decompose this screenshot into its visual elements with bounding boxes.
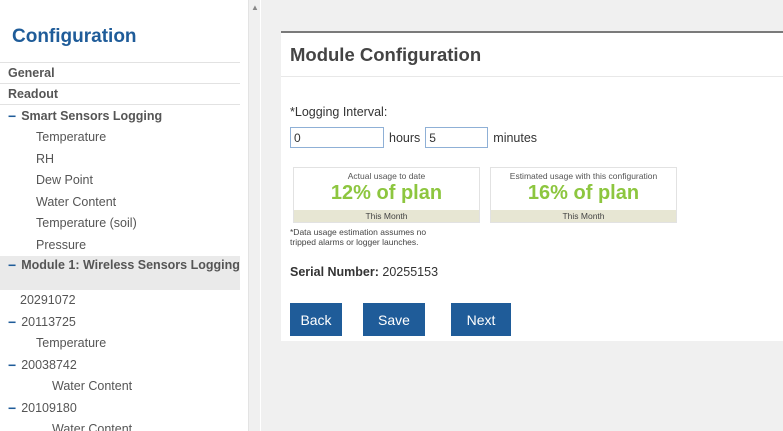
sidebar-item-label: Water Content [36,194,117,209]
sidebar-item-water-content-sensor[interactable]: Water Content [0,376,240,398]
sidebar-scrollbar[interactable]: ▲ [248,0,260,431]
sidebar-item-rh[interactable]: RH [0,148,240,170]
sidebar-item-label: Pressure [36,237,87,252]
sidebar-item-label: General [8,65,55,80]
sidebar-item-serial-20109180[interactable]: −20109180 [0,397,240,419]
sidebar-title: Configuration [12,26,137,47]
sidebar-item-label: RH [36,151,55,166]
sidebar-item-general[interactable]: General [0,62,240,84]
sidebar-item-label: Temperature [36,130,107,145]
sidebar-item-temperature[interactable]: Temperature [0,127,240,149]
sidebar-item-label: Smart Sensors Logging [21,108,163,123]
estimated-usage-box: Estimated usage with this configuration … [490,167,677,223]
logging-interval-label: *Logging Interval: [290,105,388,119]
sidebar-item-label: Temperature [36,336,107,351]
button-row: Back Save Next [290,303,511,336]
module-configuration-panel: Module Configuration *Logging Interval: … [281,31,783,341]
page-title: Module Configuration [290,43,482,65]
serial-number-value: 20255153 [382,265,439,279]
scroll-up-arrow-icon[interactable]: ▲ [251,3,259,12]
collapse-icon[interactable]: − [8,400,16,416]
usage-caption: Estimated usage with this configuration [509,171,658,181]
sidebar-item-temperature-soil[interactable]: Temperature (soil) [0,213,240,235]
usage-value: 16% of plan [527,182,640,204]
usage-footer: This Month [294,210,479,222]
sidebar-item-label: 20291072 [20,293,76,308]
serial-number-label: Serial Number: [290,265,379,279]
panel-header: Module Configuration [281,33,783,77]
sidebar-item-serial-20113725[interactable]: −20113725 [0,311,240,333]
next-button[interactable]: Next [451,303,511,336]
sidebar-item-temperature-sensor[interactable]: Temperature [0,333,240,355]
sidebar-item-water-content[interactable]: Water Content [0,191,240,213]
sidebar-item-pressure[interactable]: Pressure [0,234,240,256]
sidebar-item-label: 20109180 [21,400,77,415]
serial-number: Serial Number: 20255153 [290,265,438,279]
collapse-icon[interactable]: − [8,314,16,330]
usage-caption: Actual usage to date [347,171,426,181]
sidebar-item-label: Dew Point [36,173,93,188]
minutes-input[interactable] [425,127,489,148]
sidebar-list: General Readout − Smart Sensors Logging T… [0,62,240,431]
collapse-icon[interactable]: − [8,108,16,124]
sidebar-item-module-1[interactable]: − Module 1: Wireless Sensors Logging [0,255,240,290]
usage-value: 12% of plan [330,182,443,204]
actual-usage-box: Actual usage to date 12% of plan This Mo… [293,167,480,223]
collapse-icon[interactable]: − [8,258,16,272]
sidebar-item-label: Module 1: Wireless Sensors Logging [21,257,240,272]
sidebar-item-label: 20113725 [21,314,76,329]
sidebar-item-label: Water Content [52,379,133,394]
hours-unit-label: hours [389,130,421,145]
save-button[interactable]: Save [363,303,425,336]
sidebar-item-readout[interactable]: Readout [0,84,240,105]
main-area: Module Configuration *Logging Interval: … [261,0,783,431]
sidebar-item-label: 20038742 [21,357,77,372]
sidebar-item-label: Readout [8,86,58,101]
sidebar-item-serial-20291072[interactable]: 20291072 [0,290,240,312]
sidebar-item-water-content-sensor-2[interactable]: Water Content [0,419,240,431]
collapse-icon[interactable]: − [8,357,16,373]
sidebar-item-serial-20038742[interactable]: −20038742 [0,354,240,376]
usage-estimation-note: *Data usage estimation assumes no trippe… [290,227,427,247]
sidebar-item-smart-sensors-logging[interactable]: − Smart Sensors Logging [0,105,240,127]
sidebar-item-dew-point[interactable]: Dew Point [0,170,240,192]
sidebar-item-label: Temperature (soil) [36,216,137,231]
sidebar-item-label: Water Content [52,422,133,431]
logging-interval-row: hours minutes [290,127,542,148]
usage-footer: This Month [491,210,676,222]
back-button[interactable]: Back [290,303,342,336]
minutes-unit-label: minutes [493,130,538,145]
sidebar: Configuration General Readout − Smart Sen… [0,0,248,431]
hours-input[interactable] [290,127,384,148]
